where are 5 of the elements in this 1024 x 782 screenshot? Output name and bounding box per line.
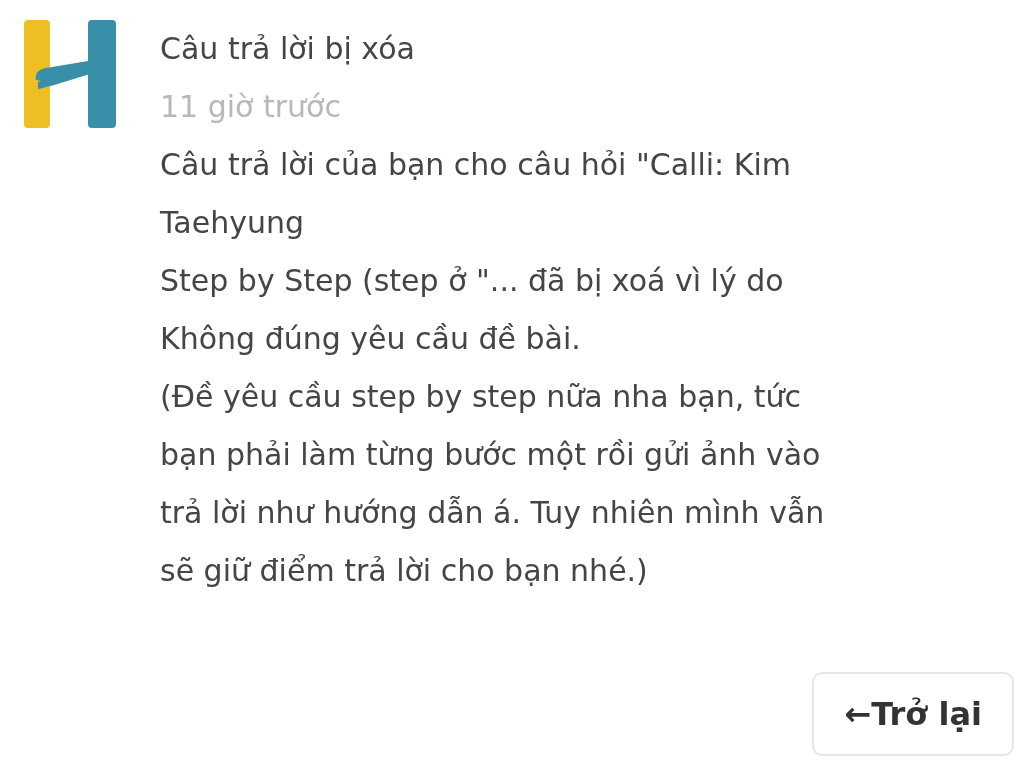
- notification-message: Câu trả lời của bạn cho câu hỏi "Calli: Kim Taehyung Step by Step (step ở "... đã bị xoá vì lý do Không đúng yêu cầu đề bài. (Đề yêu cầu step by step nữa nha bạn, tức bạn phải làm từng bước một rồi gửi ảnh vào trả lời như hướng dẫn á. Tuy nhiên mình vẫn sẽ giữ điểm trả lời cho bạn nhé.): [160, 146, 825, 590]
- back-button[interactable]: ←Trở lại: [812, 672, 1014, 756]
- notification-title: Câu trả lời bị xóa: [160, 30, 416, 68]
- timestamp: 11 giờ trước: [160, 88, 342, 126]
- logo-icon: [24, 20, 116, 128]
